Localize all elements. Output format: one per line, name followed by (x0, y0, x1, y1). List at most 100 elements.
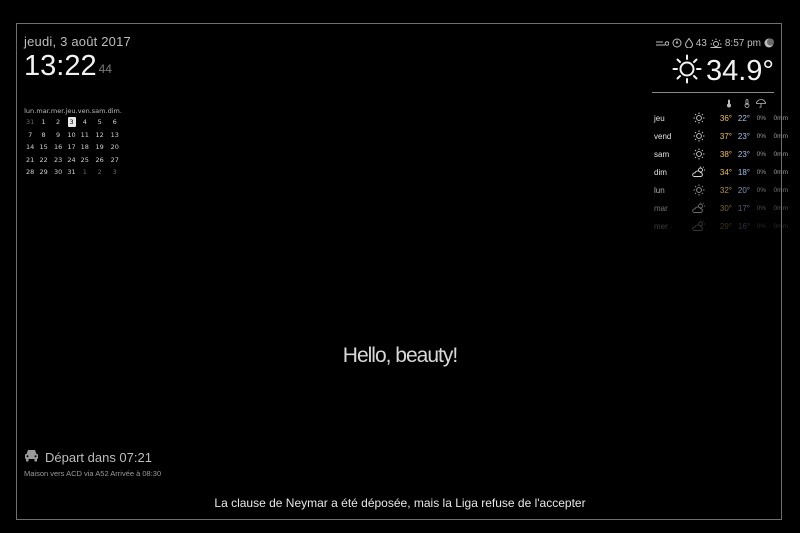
forecast-low: 20° (737, 185, 750, 195)
calendar-week-row: 14 15 16 17 18 19 20 (24, 141, 122, 154)
forecast-rain-amount: 0mm (773, 114, 788, 122)
forecast-high: 36° (719, 113, 732, 123)
current-temperature-row: 34.9° (654, 52, 774, 90)
sun-icon (672, 54, 702, 89)
calendar-day: 25 (78, 154, 92, 167)
calendar-day-number: 8 (41, 130, 46, 139)
car-icon (24, 449, 39, 465)
calendar-day-number: 12 (95, 130, 104, 139)
calendar-weekday-label: dim. (107, 107, 122, 115)
forecast-day: mer (654, 221, 668, 231)
calendar-weekday-label: ven. (77, 107, 92, 115)
calendar-day: 7 (24, 129, 36, 142)
forecast-precip-chance: 0% (756, 204, 766, 212)
calendar-day-number: 31 (67, 168, 76, 177)
calendar-weekday-label: mer. (50, 107, 66, 115)
clock-hours-minutes: 13:22 (24, 50, 97, 82)
forecast-low: 16° (737, 221, 750, 231)
forecast-high: 38° (719, 149, 732, 159)
calendar-day-number: 5 (97, 118, 102, 127)
calendar-day-number: 22 (39, 155, 48, 164)
calendar-day-number: 24 (67, 155, 76, 164)
calendar-body: 31 1 2 3 4 5 6 7 8 9 10 11 12 13 14 15 16 17 18 19 20 21 22 23 2… (24, 116, 122, 179)
forecast-row: vend 37° 23° 0% 0mm (654, 127, 788, 145)
calendar-day: 12 (92, 129, 108, 142)
partly-cloudy-icon (686, 163, 712, 181)
compliment-text: Hello, beauty! (342, 344, 458, 367)
calendar-day: 10 (65, 129, 77, 142)
calendar-day-number: 1 (82, 168, 87, 177)
forecast-low: 23° (737, 149, 750, 159)
calendar-day: 20 (108, 141, 122, 154)
clock-time: 13:22 44 (24, 51, 131, 84)
sunset-icon (710, 38, 722, 48)
wind-icon (655, 39, 669, 48)
forecast-day: mar (654, 203, 668, 213)
forecast-rain-amount: 0mm (773, 204, 788, 212)
calendar-day-number: 1 (41, 118, 46, 127)
forecast-rain-amount: 0mm (773, 168, 788, 176)
calendar-day: 14 (24, 141, 36, 154)
calendar-week-row: 21 22 23 24 25 26 27 (24, 154, 122, 167)
forecast-rain-amount: 0mm (773, 222, 788, 230)
forecast-row: jeu 36° 22° 0% 0mm (654, 109, 788, 127)
calendar-day-number: 25 (80, 155, 89, 164)
weather-details-row: 43 8:57 pm (654, 36, 774, 50)
calendar-day-number: 27 (110, 155, 119, 164)
forecast-low: 17° (737, 203, 750, 213)
partly-cloudy-icon (686, 199, 712, 217)
calendar-day: 26 (92, 154, 108, 167)
calendar-day-number: 13 (110, 130, 119, 139)
calendar-day-number: 19 (95, 143, 104, 152)
forecast-high: 37° (719, 131, 732, 141)
calendar-day-number: 17 (67, 143, 76, 152)
commute-details: Maison vers ACD via A52 Arrivée à 08:30 (24, 469, 162, 478)
calendar-day-number: 23 (53, 155, 63, 164)
calendar-day-other-month: 1 (78, 166, 92, 179)
calendar-day: 27 (108, 154, 122, 167)
calendar-day-number: 2 (56, 118, 61, 127)
news-headline: La clause de Neymar a été déposée, mais … (214, 496, 586, 510)
calendar-day-number: 15 (39, 143, 48, 152)
forecast-row: dim 34° 18° 0% 0mm (654, 163, 788, 181)
sun-icon (686, 109, 712, 127)
clock-module: jeudi, 3 août 2017 13:22 44 (24, 34, 131, 84)
commute-module: Départ dans 07:21 Maison vers ACD via A5… (24, 449, 162, 479)
calendar-day-number: 7 (28, 130, 33, 139)
calendar-day: 24 (65, 154, 77, 167)
calendar-day-number: 9 (56, 130, 61, 139)
calendar-day-number: 30 (53, 168, 63, 177)
calendar-weekday-label: mar. (36, 107, 51, 115)
calendar-weekday-label: sam. (91, 107, 108, 115)
moon-icon (764, 38, 774, 48)
commute-title: Départ dans 07:21 (45, 449, 152, 465)
calendar-day: 16 (51, 141, 65, 154)
wind-speed-value: 43 (695, 37, 707, 49)
forecast-rain-amount: 0mm (773, 186, 788, 194)
current-weather-module: 43 8:57 pm 34.9° (652, 36, 774, 93)
calendar-day-number: 31 (26, 118, 35, 127)
calendar-day-number: 6 (112, 118, 117, 127)
forecast-high: 34° (719, 167, 732, 177)
calendar-day: 21 (24, 154, 36, 167)
commute-title-row: Départ dans 07:21 (24, 449, 161, 465)
calendar-day: 1 (36, 116, 50, 129)
calendar-day-other-month: 2 (92, 166, 108, 179)
calendar-day-number: 16 (53, 143, 63, 152)
calendar-day: 15 (36, 141, 50, 154)
forecast-high: 30° (719, 203, 732, 213)
calendar-day: 11 (78, 129, 92, 142)
calendar-week-row: 7 8 9 10 11 12 13 (24, 129, 122, 142)
calendar-day: 22 (36, 154, 50, 167)
forecast-precip-chance: 0% (756, 168, 766, 176)
forecast-precip-chance: 0% (756, 186, 766, 194)
calendar-day-number: 18 (80, 143, 89, 152)
calendar-day: 2 (51, 116, 65, 129)
forecast-row: mer 29° 16° 0% 0mm (654, 217, 788, 235)
sun-icon (686, 127, 712, 145)
calendar-day-number: 26 (95, 155, 104, 164)
current-temperature: 34.9° (705, 54, 774, 87)
forecast-precip-chance: 0% (756, 132, 766, 140)
sunset-time: 8:57 pm (724, 37, 761, 49)
forecast-day: sam (654, 149, 670, 159)
